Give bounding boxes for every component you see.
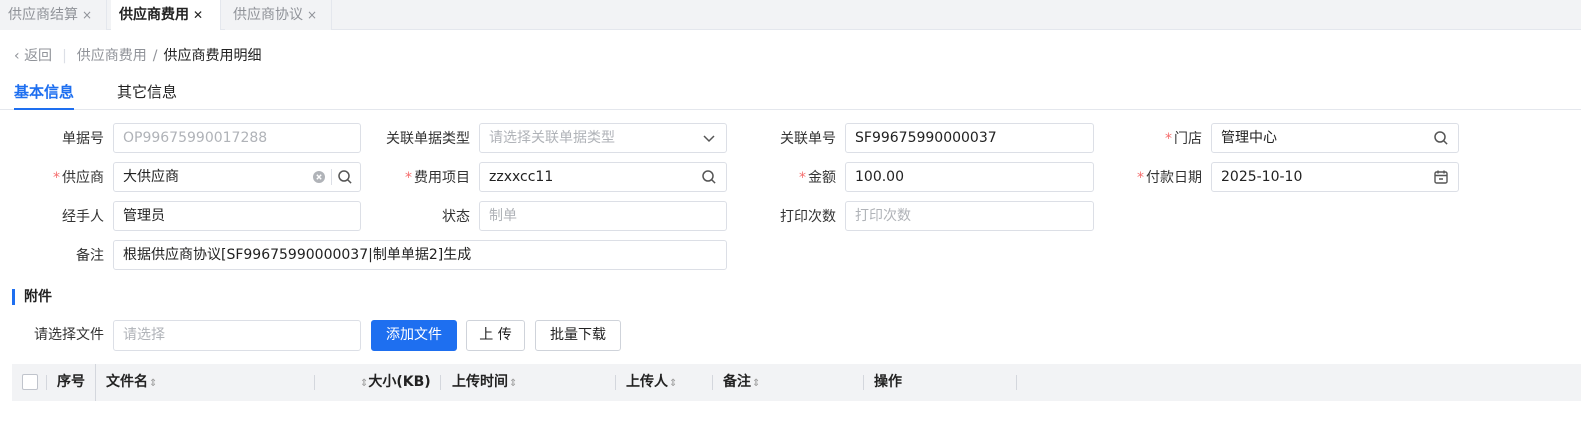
- table-header: 序号 文件名⇕ ⇕大小(KB) 上传时间⇕ 上传人⇕ 备注⇕ 操作: [12, 364, 1581, 401]
- batch-download-button[interactable]: 批量下载: [535, 320, 621, 351]
- clear-icon[interactable]: [311, 169, 327, 185]
- supplier-value: 大供应商: [123, 169, 179, 185]
- status-field: 制单: [479, 201, 727, 231]
- amount-field[interactable]: 100.00: [845, 162, 1094, 192]
- tab-bar: 供应商结算 × 供应商费用 ✕ 供应商协议 ×: [0, 0, 1581, 30]
- tab-supplier-settlement[interactable]: 供应商结算 ×: [0, 0, 107, 30]
- search-icon[interactable]: [1433, 130, 1449, 146]
- pay-date-value: 2025-10-10: [1221, 169, 1303, 185]
- add-file-button[interactable]: 添加文件: [371, 320, 457, 351]
- tab-basic-info[interactable]: 基本信息: [14, 82, 75, 110]
- ref-no-value: SF99675990000037: [855, 130, 997, 146]
- print-count-label: 打印次数: [780, 209, 836, 225]
- print-count-placeholder: 打印次数: [855, 208, 911, 224]
- remark-field[interactable]: 根据供应商协议[SF99675990000037|制单单据2]生成: [113, 240, 727, 270]
- pay-date-field[interactable]: 2025-10-10: [1211, 162, 1459, 192]
- store-label: * 门店: [1165, 131, 1202, 147]
- calendar-icon[interactable]: [1433, 169, 1449, 185]
- remark-value: 根据供应商协议[SF99675990000037|制单单据2]生成: [123, 247, 472, 263]
- handler-field[interactable]: 管理员: [113, 201, 361, 231]
- tab-label: 供应商结算: [8, 7, 78, 23]
- tab-other-info[interactable]: 其它信息: [117, 82, 177, 110]
- column-index: 序号: [57, 374, 85, 390]
- ref-type-placeholder: 请选择关联单据类型: [489, 130, 615, 146]
- print-count-field: 打印次数: [845, 201, 1094, 231]
- ref-no-field[interactable]: SF99675990000037: [845, 123, 1094, 153]
- column-filename[interactable]: 文件名⇕: [106, 364, 157, 401]
- store-value: 管理中心: [1221, 130, 1277, 146]
- fee-item-field[interactable]: zzxxcc11: [479, 162, 727, 192]
- doc-no-value: OP99675990017288: [123, 130, 268, 146]
- search-icon[interactable]: [337, 169, 353, 185]
- sort-icon[interactable]: ⇕: [509, 378, 517, 389]
- doc-no-label: 单据号: [62, 131, 104, 147]
- required-mark: *: [1137, 170, 1144, 186]
- fee-item-value: zzxxcc11: [489, 169, 554, 185]
- section-tabs: 基本信息 其它信息: [0, 82, 1581, 110]
- divider: [863, 375, 864, 390]
- store-field[interactable]: 管理中心: [1211, 123, 1459, 153]
- status-label: 状态: [442, 209, 470, 225]
- amount-value: 100.00: [855, 169, 904, 185]
- breadcrumb-current: 供应商费用明细: [163, 48, 262, 64]
- supplier-field[interactable]: 大供应商: [113, 162, 361, 192]
- file-select-placeholder: 请选择: [123, 327, 165, 343]
- pay-date-label: * 付款日期: [1137, 170, 1202, 186]
- column-remark[interactable]: 备注⇕: [723, 364, 760, 401]
- fee-item-label: * 费用项目: [405, 170, 470, 186]
- divider: [440, 375, 441, 390]
- close-icon[interactable]: ✕: [193, 8, 203, 22]
- ref-type-label: 关联单据类型: [386, 131, 470, 147]
- required-mark: *: [405, 170, 412, 186]
- close-icon[interactable]: ×: [307, 8, 317, 22]
- amount-label: * 金额: [799, 170, 836, 186]
- attachment-section-title: 附件: [12, 288, 52, 306]
- tab-supplier-agreement[interactable]: 供应商协议 ×: [225, 0, 332, 30]
- divider: [712, 375, 713, 390]
- divider: [46, 375, 47, 390]
- column-uploader[interactable]: 上传人⇕: [626, 364, 677, 401]
- back-button[interactable]: ‹ 返回: [14, 48, 52, 64]
- sort-icon[interactable]: ⇕: [669, 378, 677, 389]
- doc-no-field: OP99675990017288: [113, 123, 361, 153]
- upload-button[interactable]: 上 传: [466, 320, 525, 351]
- supplier-label: * 供应商: [53, 170, 104, 186]
- column-actions: 操作: [874, 374, 902, 390]
- handler-label: 经手人: [62, 209, 104, 225]
- column-size[interactable]: ⇕大小(KB): [359, 364, 431, 401]
- required-mark: *: [1165, 131, 1172, 147]
- divider: [615, 375, 616, 390]
- close-icon[interactable]: ×: [82, 8, 92, 22]
- status-value: 制单: [489, 208, 517, 224]
- chevron-down-icon: [701, 130, 717, 146]
- file-select-label: 请选择文件: [34, 327, 104, 343]
- tab-label: 供应商协议: [233, 7, 303, 23]
- divider: [314, 375, 315, 390]
- breadcrumb-separator: /: [152, 48, 158, 64]
- divider: [331, 169, 332, 185]
- ref-type-select[interactable]: 请选择关联单据类型: [479, 123, 727, 153]
- divider: [95, 364, 96, 401]
- breadcrumb: ‹ 返回 | 供应商费用 / 供应商费用明细: [14, 46, 262, 66]
- tab-label: 供应商费用: [119, 7, 189, 23]
- handler-value: 管理员: [123, 208, 165, 224]
- chevron-left-icon: ‹: [14, 48, 20, 64]
- ref-no-label: 关联单号: [780, 131, 836, 147]
- required-mark: *: [799, 170, 806, 186]
- search-icon[interactable]: [701, 169, 717, 185]
- remark-label: 备注: [76, 248, 104, 264]
- column-upload-time[interactable]: 上传时间⇕: [452, 364, 517, 401]
- select-all-checkbox[interactable]: [22, 374, 38, 390]
- divider: [1016, 375, 1017, 390]
- file-select-input[interactable]: 请选择: [113, 320, 361, 351]
- sort-icon[interactable]: ⇕: [752, 378, 760, 389]
- back-label: 返回: [24, 48, 53, 64]
- required-mark: *: [53, 170, 60, 186]
- divider: |: [62, 48, 67, 64]
- sort-icon[interactable]: ⇕: [149, 378, 157, 389]
- breadcrumb-parent[interactable]: 供应商费用: [77, 48, 147, 64]
- tab-supplier-fee[interactable]: 供应商费用 ✕: [111, 0, 221, 30]
